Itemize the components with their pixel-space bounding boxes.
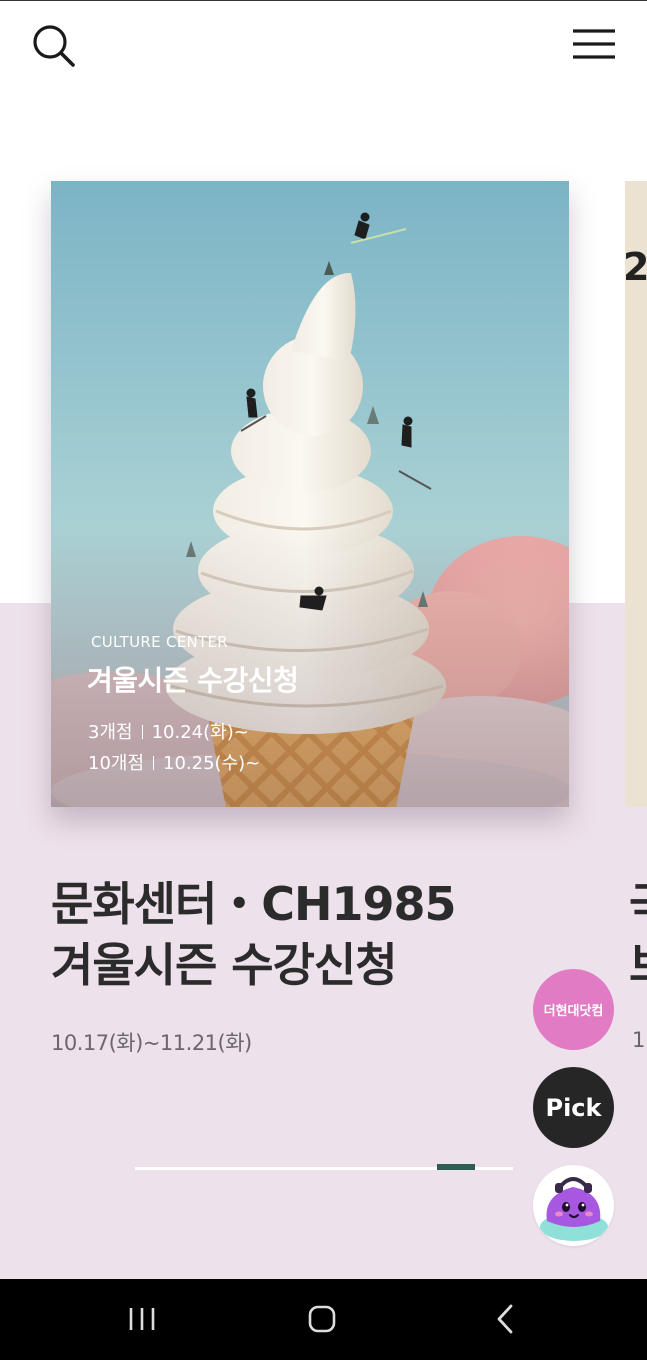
event-title[interactable]: 문화센터・CH1985 겨울시즌 수강신청 bbox=[51, 874, 457, 996]
thehyundai-shortcut-button[interactable]: 더현대닷컴 bbox=[533, 969, 614, 1050]
banner-schedule-1-stores: 3개점 bbox=[88, 722, 133, 743]
next-banner-card[interactable]: 20 bbox=[625, 181, 647, 807]
separator bbox=[153, 756, 155, 770]
banner-schedule-2-stores: 10개점 bbox=[88, 753, 145, 774]
pick-button[interactable]: Pick bbox=[533, 1067, 614, 1148]
banner-eyebrow: CULTURE CENTER bbox=[91, 633, 228, 651]
next-banner-date: 1 bbox=[632, 1028, 646, 1052]
hamburger-menu-icon[interactable] bbox=[566, 21, 622, 71]
event-title-line-1: 문화센터・CH1985 bbox=[51, 877, 457, 931]
back-icon[interactable] bbox=[475, 1297, 535, 1341]
banner-schedule-2-date: 10.25(수)~ bbox=[163, 753, 261, 774]
banner-gradient-overlay bbox=[51, 181, 569, 807]
next-banner-image-text: 20 bbox=[625, 245, 647, 289]
recents-icon[interactable] bbox=[112, 1297, 172, 1341]
home-icon[interactable] bbox=[292, 1297, 352, 1341]
chatbot-button[interactable] bbox=[533, 1165, 614, 1246]
search-icon[interactable] bbox=[28, 21, 80, 73]
thehyundai-shortcut-label: 더현대닷컴 bbox=[543, 1004, 604, 1019]
banner-card[interactable]: CULTURE CENTER 겨울시즌 수강신청 3개점 10.24(화)~ 10… bbox=[51, 181, 569, 807]
app-screen: 20 국 브 1 bbox=[0, 0, 647, 1360]
chatbot-mascot-icon bbox=[540, 1177, 608, 1241]
banner-schedule-1: 3개점 10.24(화)~ bbox=[88, 718, 249, 744]
separator bbox=[141, 725, 143, 739]
event-date-range: 10.17(화)~11.21(화) bbox=[51, 1031, 252, 1055]
next-banner-title[interactable]: 국 브 bbox=[629, 875, 647, 995]
system-navigation-bar bbox=[0, 1279, 647, 1360]
banner-schedule-1-date: 10.24(화)~ bbox=[151, 722, 249, 743]
banner-title: 겨울시즌 수강신청 bbox=[87, 664, 299, 697]
pick-button-label: Pick bbox=[545, 1093, 602, 1122]
event-title-line-2: 겨울시즌 수강신청 bbox=[51, 938, 398, 992]
app-header bbox=[0, 1, 647, 101]
carousel-progress-thumb[interactable] bbox=[437, 1164, 475, 1170]
banner-schedule-2: 10개점 10.25(수)~ bbox=[88, 749, 260, 775]
